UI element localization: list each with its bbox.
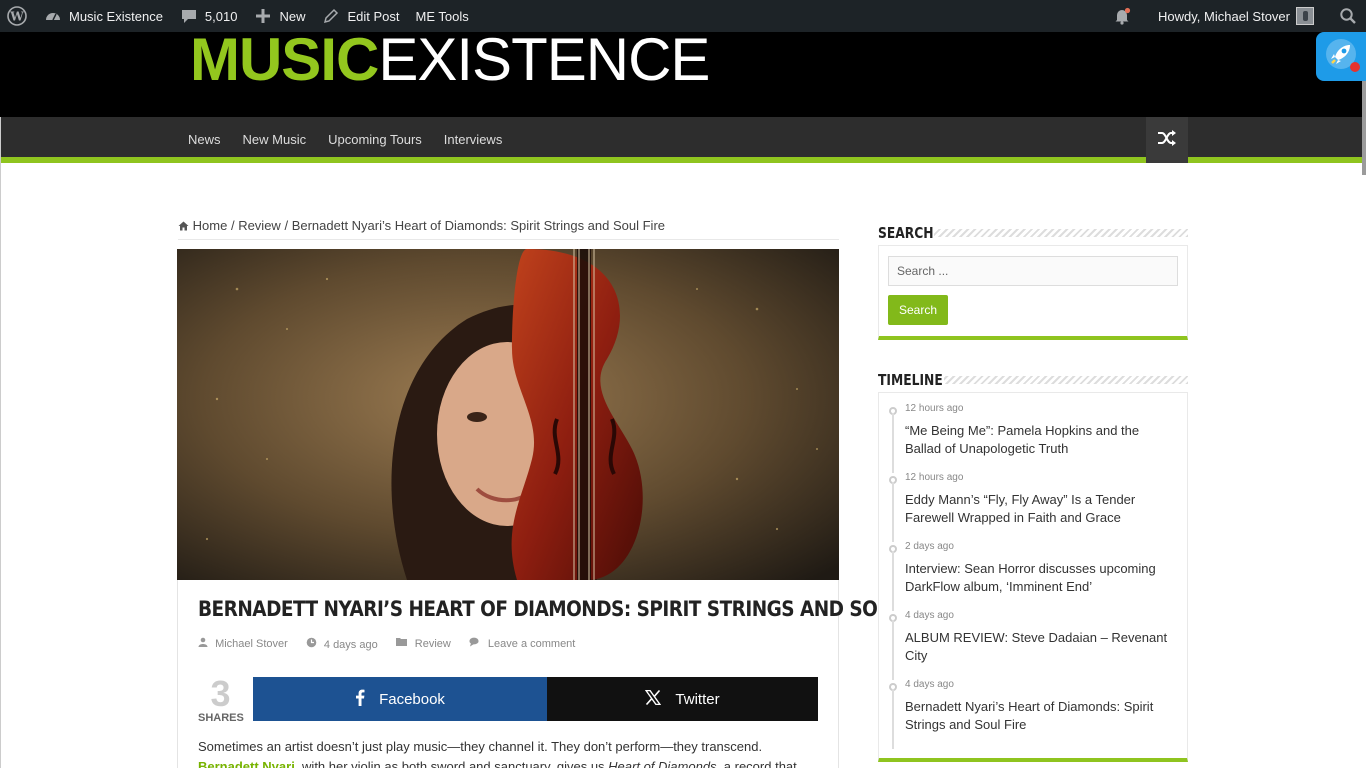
comments-count: 5,010 [204, 8, 238, 24]
post-body: Sometimes an artist doesn’t just play mu… [198, 737, 818, 768]
svg-text:W: W [9, 10, 24, 24]
pencil-icon [321, 6, 341, 26]
new-label: New [279, 8, 306, 24]
wordpress-icon: W [7, 6, 27, 26]
x-twitter-icon [645, 689, 662, 709]
breadcrumb: Home / Review / Bernadett Nyari’s Heart … [178, 218, 839, 240]
artist-link[interactable]: Bernadett Nyari [198, 759, 295, 768]
leave-comment-link: Leave a comment [487, 638, 576, 650]
random-article-button[interactable] [1146, 117, 1188, 163]
nav-item-upcoming-tours[interactable]: Upcoming Tours [317, 117, 433, 163]
post-title: Bernadett Nyari’s Heart of Diamonds: Spi… [198, 597, 954, 621]
timeline-line [892, 620, 894, 680]
logo-existence: EXISTENCE [378, 26, 710, 93]
my-account-menu[interactable]: Howdy, Michael Stover [1150, 0, 1322, 32]
share-counter: 3 SHARES [198, 673, 244, 725]
me-tools-label: ME Tools [415, 8, 469, 24]
logo-music: MUSIC [190, 26, 379, 93]
timeline-title: ALBUM REVIEW: Steve Dadaian – Revenant C… [905, 630, 1168, 663]
search-button[interactable]: Search [888, 295, 948, 325]
plus-icon [253, 6, 273, 26]
avatar [1296, 7, 1314, 25]
page-frame-edge [0, 117, 1, 768]
comment-bubble-icon [179, 6, 199, 26]
timeline-time: 4 days ago [905, 610, 954, 621]
post-author[interactable]: Michael Stover [198, 637, 288, 651]
rocket-launcher-button[interactable] [1316, 32, 1366, 81]
site-logo[interactable]: MUSICEXISTENCE [190, 30, 710, 90]
share-count-label: SHARES [198, 712, 244, 724]
title-decoration [944, 376, 1188, 384]
user-icon [198, 637, 211, 650]
post-comments[interactable]: Leave a comment [469, 637, 576, 651]
category-link: Review [414, 638, 451, 650]
timeline-line [892, 482, 894, 542]
nav-item-news[interactable]: News [177, 117, 232, 163]
timeline-time: 4 days ago [905, 679, 954, 690]
post-intro: Sometimes an artist doesn’t just play mu… [198, 739, 763, 754]
album-title: Heart of Diamonds [608, 759, 717, 768]
twitter-share-button[interactable]: Twitter [547, 677, 818, 721]
timeline-title: Eddy Mann’s “Fly, Fly Away” Is a Tender … [905, 492, 1136, 525]
wordpress-logo-menu[interactable]: W [0, 0, 35, 32]
site-header: MUSICEXISTENCE [0, 30, 1366, 117]
timeline-time: 2 days ago [905, 541, 954, 552]
search-widget-title: Search [878, 224, 934, 242]
timeline-widget-title: Timeline [878, 371, 943, 389]
notification-dot [1350, 62, 1360, 72]
home-icon [178, 218, 193, 233]
comments-icon [469, 637, 484, 650]
author-name: Michael Stover [215, 638, 288, 650]
timeline-title: “Me Being Me”: Pamela Hopkins and the Ba… [905, 423, 1140, 456]
post-paragraph: Bernadett Nyari, with her violin as both… [198, 757, 818, 768]
featured-image [177, 249, 839, 580]
date-text: 4 days ago [323, 639, 378, 651]
breadcrumb-current: Bernadett Nyari’s Heart of Diamonds: Spi… [291, 218, 665, 233]
nav-item-new-music[interactable]: New Music [232, 117, 318, 163]
timeline-line [892, 413, 894, 473]
share-count: 3 [210, 673, 231, 714]
timeline-line [892, 551, 894, 611]
post-meta: Michael Stover 4 days ago Review Leave a… [198, 637, 575, 651]
search-input[interactable]: Search ... [888, 256, 1178, 286]
folder-icon [395, 638, 411, 650]
timeline-time: 12 hours ago [905, 403, 964, 414]
breadcrumb-separator: / [284, 218, 289, 233]
edit-post-label: Edit Post [347, 8, 400, 24]
paragraph-text: , with her violin as both sword and sanc… [294, 759, 609, 768]
search-icon [1338, 6, 1358, 26]
howdy-greeting: Howdy, Michael Stover [1158, 8, 1290, 24]
clock-icon [306, 637, 320, 651]
timeline-title: Interview: Sean Horror discusses upcomin… [905, 561, 1156, 594]
breadcrumb-separator: / [230, 218, 235, 233]
timeline-title: Bernadett Nyari’s Heart of Diamonds: Spi… [905, 699, 1154, 732]
bell-icon [1112, 6, 1132, 26]
facebook-icon [355, 689, 365, 710]
post-date: 4 days ago [306, 637, 378, 651]
site-name-menu[interactable]: Music Existence [35, 0, 171, 32]
main-nav: News New Music Upcoming Tours Interviews [0, 117, 1366, 163]
title-decoration [934, 229, 1188, 237]
shuffle-icon [1157, 129, 1177, 152]
facebook-label: Facebook [379, 690, 445, 708]
post-category[interactable]: Review [395, 637, 451, 651]
paragraph-rest: , a record that [716, 759, 797, 768]
notifications-menu[interactable] [1104, 0, 1150, 32]
site-name: Music Existence [69, 8, 163, 24]
timeline-line [892, 689, 894, 749]
timeline-time: 12 hours ago [905, 472, 964, 483]
facebook-share-button[interactable]: Facebook [253, 677, 547, 721]
breadcrumb-home[interactable]: Home [193, 218, 228, 233]
admin-search-button[interactable] [1322, 0, 1366, 32]
twitter-label: Twitter [675, 690, 720, 708]
nav-item-interviews[interactable]: Interviews [433, 117, 514, 163]
breadcrumb-review[interactable]: Review [238, 218, 281, 233]
dashboard-icon [43, 6, 63, 26]
